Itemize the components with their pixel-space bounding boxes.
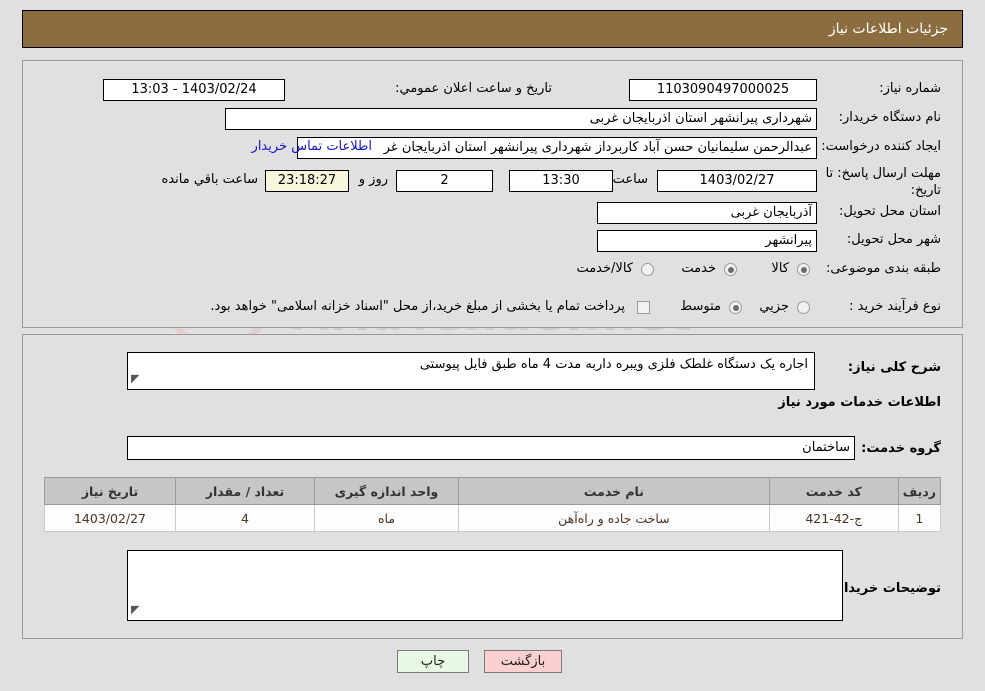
service-group-label: گروه خدمت: (861, 441, 941, 456)
radio-subject-kala-label: کالا (771, 261, 789, 276)
remaining-time-value: 23:18:27 (265, 170, 349, 192)
services-info-heading: اطلاعات خدمات مورد نیاز (778, 395, 941, 410)
radio-process-motevaset[interactable] (729, 301, 742, 314)
public-announce-label: تاریخ و ساعت اعلان عمومي: (395, 81, 552, 96)
radio-process-jozei[interactable] (797, 301, 810, 314)
cell-need-date: 1403/02/27 (44, 504, 176, 532)
radio-subject-khedmat-label: خدمت (681, 261, 716, 276)
delivery-city-value: پیرانشهر (597, 230, 817, 252)
delivery-province-label: استان محل تحویل: (839, 204, 941, 219)
buyer-notes-label: توضیحات خریدار; (831, 581, 941, 596)
buyer-org-label: نام دستگاه خریدار: (838, 110, 941, 125)
response-deadline-date: 1403/02/27 (657, 170, 817, 192)
buyer-contact-link[interactable]: اطلاعات تماس خریدار (252, 139, 372, 154)
cell-service-code: ج-42-421 (768, 504, 899, 532)
radio-process-motevaset-label: متوسط (680, 299, 721, 314)
radio-subject-khedmat[interactable] (724, 263, 737, 276)
radio-process-jozei-label: جزیي (759, 299, 789, 314)
day-and-label: روز و (358, 172, 388, 187)
cell-row: 1 (897, 504, 942, 532)
radio-subject-kala-khedmat[interactable] (641, 263, 654, 276)
remaining-days-value: 2 (396, 170, 493, 192)
buyer-notes-textarea[interactable]: ◥ (127, 550, 843, 621)
cell-service-name: ساخت جاده و راه‌آهن (458, 504, 770, 532)
th-service-code: کد خدمت (768, 477, 899, 505)
th-quantity: تعداد / مقدار (175, 477, 315, 505)
need-description-textarea[interactable]: اجاره یک دستگاه غلطک فلزی ویبره داربه مد… (127, 352, 815, 390)
request-creator-value: عبدالرحمن سلیمانیان حسن آباد کاربرداز شه… (297, 137, 817, 159)
response-deadline-hour: 13:30 (509, 170, 613, 192)
request-creator-label: ایجاد کننده درخواست: (821, 139, 941, 154)
need-number-value: 1103090497000025 (629, 79, 817, 101)
buyer-org-value: شهرداری پیرانشهر استان اذربایجان غربی (225, 108, 817, 130)
delivery-city-label: شهر محل تحویل: (846, 232, 941, 247)
checkbox-treasury-note[interactable] (637, 301, 650, 314)
response-deadline-label: مهلت ارسال پاسخ: تا تاریخ: (825, 166, 941, 198)
treasury-note-text: پرداخت تمام یا بخشی از مبلغ خرید،از محل … (210, 299, 625, 314)
th-service-name: نام خدمت (458, 477, 770, 505)
resize-grip-icon-2[interactable]: ◥ (131, 601, 139, 619)
need-number-label: شماره نیاز: (879, 81, 941, 96)
resize-grip-icon[interactable]: ◥ (131, 370, 139, 388)
radio-subject-kala-khedmat-label: کالا/خدمت (576, 261, 633, 276)
hours-remaining-label: ساعت باقي مانده (161, 172, 258, 187)
services-table: ردیف کد خدمت نام خدمت واحد اندازه گیری ت… (44, 477, 942, 532)
need-description-value: اجاره یک دستگاه غلطک فلزی ویبره داربه مد… (419, 357, 808, 372)
hour-label: ساعت (612, 172, 648, 187)
service-group-value: ساختمان (127, 436, 855, 460)
back-button[interactable]: بازگشت (484, 650, 562, 673)
need-description-label: شرح کلی نیاز: (847, 360, 941, 375)
public-announce-value: 1403/02/24 - 13:03 (103, 79, 285, 101)
subject-category-label: طبقه بندی موضوعی: (825, 261, 941, 276)
delivery-province-value: آذربایجان غربی (597, 202, 817, 224)
th-row: ردیف (897, 477, 942, 505)
cell-unit: ماه (314, 504, 459, 532)
table-header-row: ردیف کد خدمت نام خدمت واحد اندازه گیری ت… (44, 477, 942, 505)
th-need-date: تاریخ نیاز (44, 477, 176, 505)
print-button[interactable]: چاپ (397, 650, 469, 673)
page-root: AriaTender.net جزئیات اطلاعات نیاز شماره… (0, 0, 985, 691)
page-title: جزئیات اطلاعات نیاز (22, 10, 963, 48)
cell-quantity: 4 (175, 504, 315, 532)
purchase-process-label: نوع فرآیند خرید : (849, 299, 941, 314)
th-unit: واحد اندازه گیری (314, 477, 459, 505)
radio-subject-kala[interactable] (797, 263, 810, 276)
table-row: 1 ج-42-421 ساخت جاده و راه‌آهن ماه 4 140… (44, 504, 942, 532)
